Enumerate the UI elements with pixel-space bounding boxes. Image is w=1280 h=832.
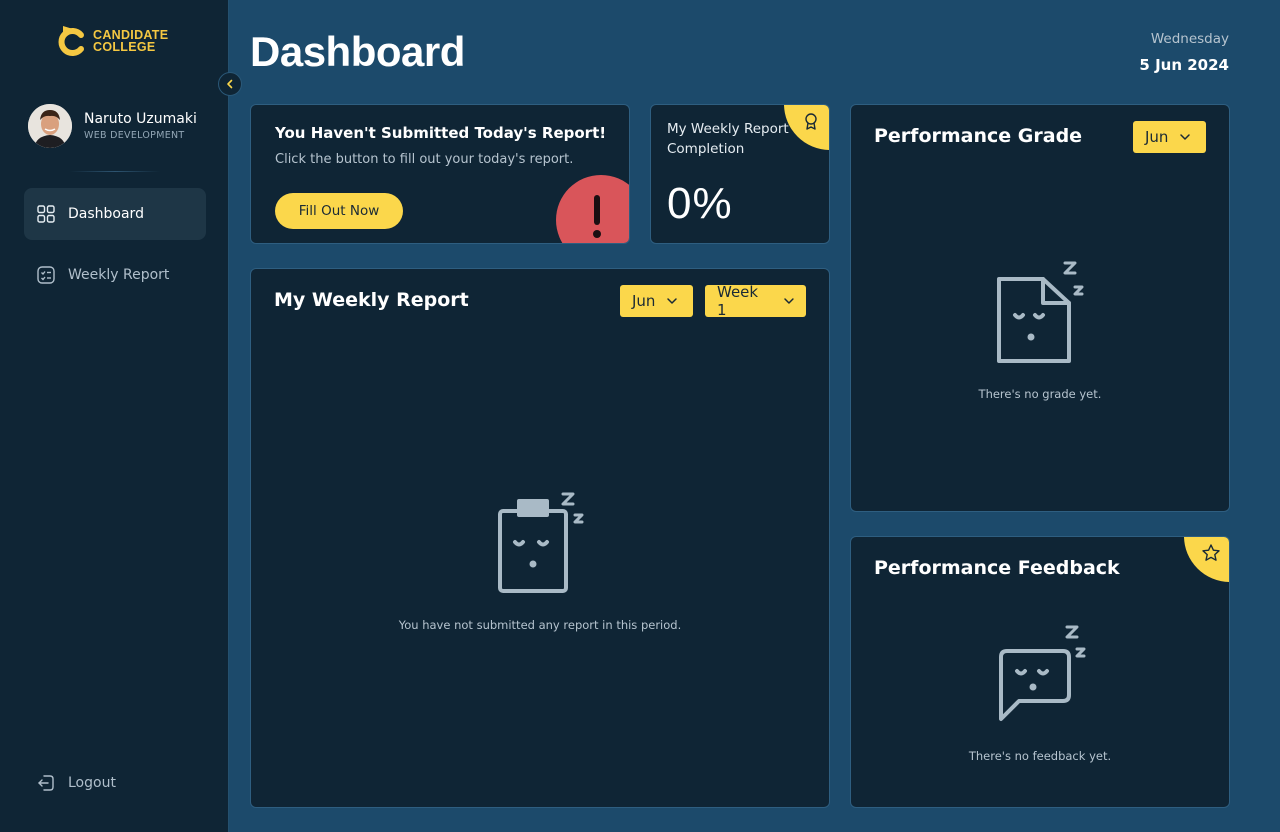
candidate-college-logo-icon	[58, 26, 84, 56]
sleeping-clipboard-icon	[498, 492, 584, 593]
user-name: Naruto Uzumaki	[84, 111, 197, 127]
sidebar-item-label: Dashboard	[68, 206, 144, 222]
user-profile[interactable]: Naruto Uzumaki WEB DEVELOPMENT	[28, 104, 197, 148]
user-role: WEB DEVELOPMENT	[84, 130, 185, 141]
page-title: Dashboard	[250, 28, 465, 75]
grade-month-value: Jun	[1145, 128, 1169, 146]
grid-icon	[36, 204, 56, 224]
weekly-week-value: Week 1	[717, 283, 759, 319]
avatar-portrait-icon	[28, 104, 72, 148]
fill-out-now-button[interactable]: Fill Out Now	[275, 193, 403, 229]
logout-button[interactable]: Logout	[24, 757, 206, 809]
exclamation-dot	[593, 230, 601, 238]
date-full: 5 Jun 2024	[1139, 56, 1229, 74]
chevron-down-icon	[784, 298, 794, 304]
feedback-empty-message: There's no feedback yet.	[968, 749, 1112, 763]
performance-grade-card: Performance Grade Jun There's no grade y…	[850, 104, 1230, 512]
sidebar: CANDIDATE COLLEGE Naruto Uzumaki WEB DEV…	[0, 0, 229, 832]
weekly-empty-message: You have not submitted any report in thi…	[398, 618, 682, 632]
logout-label: Logout	[68, 775, 116, 791]
chevron-down-icon	[1180, 134, 1191, 140]
performance-feedback-title: Performance Feedback	[874, 557, 1120, 579]
chevron-left-icon	[227, 79, 233, 89]
sidebar-item-label: Weekly Report	[68, 267, 170, 283]
performance-feedback-card: Performance Feedback There's no feedback…	[850, 536, 1230, 808]
weekly-month-value: Jun	[632, 292, 656, 310]
completion-value: 0%	[667, 179, 733, 228]
performance-grade-title: Performance Grade	[874, 125, 1083, 147]
collapse-sidebar-button[interactable]	[218, 72, 242, 96]
avatar	[28, 104, 72, 148]
sidebar-item-weekly-report[interactable]: Weekly Report	[24, 249, 206, 301]
report-alert-card: You Haven't Submitted Today's Report! Cl…	[250, 104, 630, 244]
weekly-month-select[interactable]: Jun	[620, 285, 693, 317]
sidebar-item-dashboard[interactable]: Dashboard	[24, 188, 206, 240]
weekly-report-card: My Weekly Report Jun Week 1 You have not…	[250, 268, 830, 808]
grade-month-select[interactable]: Jun	[1133, 121, 1206, 153]
report-alert-title: You Haven't Submitted Today's Report!	[275, 124, 607, 142]
grade-empty-message: There's no grade yet.	[978, 387, 1102, 401]
date-weekday: Wednesday	[1150, 31, 1229, 47]
exclamation-icon	[594, 195, 600, 225]
logout-icon	[36, 773, 56, 793]
weekly-week-select[interactable]: Week 1	[705, 283, 806, 319]
weekly-report-title: My Weekly Report	[274, 289, 469, 311]
star-icon	[1202, 544, 1220, 561]
weekly-completion-card: My Weekly Report Completion 0%	[650, 104, 830, 244]
checklist-icon	[36, 265, 56, 285]
completion-label: My Weekly Report Completion	[667, 121, 789, 157]
report-alert-subtitle: Click the button to fill out your today'…	[275, 152, 574, 167]
sleeping-chat-bubble-icon	[999, 625, 1086, 721]
award-ribbon-icon	[805, 113, 817, 130]
sidebar-divider	[70, 171, 160, 172]
brand-line-2: COLLEGE	[93, 40, 156, 54]
chevron-down-icon	[667, 298, 678, 304]
sleeping-document-icon	[997, 261, 1084, 363]
brand-logo[interactable]: CANDIDATE COLLEGE	[57, 24, 168, 58]
